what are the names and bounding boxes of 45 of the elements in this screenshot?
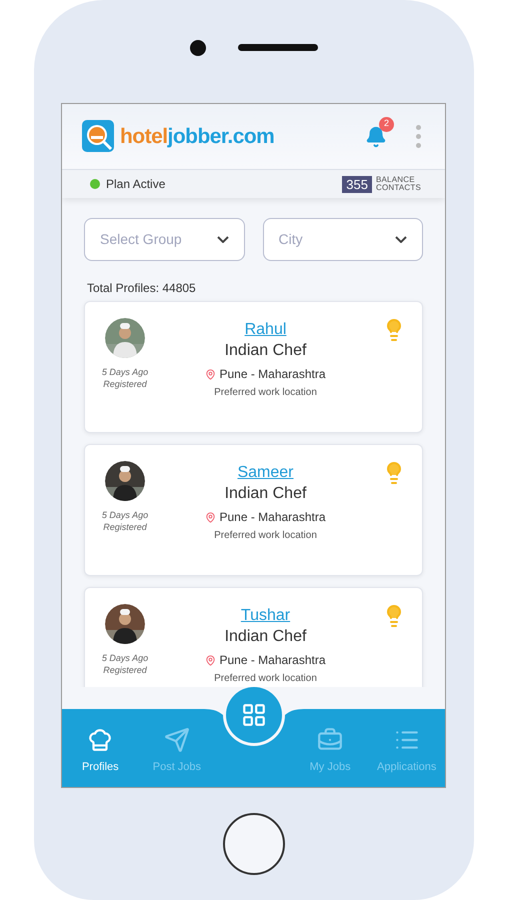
registered-label: Registered bbox=[103, 521, 147, 533]
location-note: Preferred work location bbox=[214, 386, 317, 400]
dropdown-field[interactable]: Select Group bbox=[84, 218, 244, 261]
location-note: Preferred work location bbox=[214, 672, 317, 686]
chef-hat-icon bbox=[87, 726, 114, 753]
job-title: Indian Chef bbox=[224, 341, 306, 361]
bell-icon bbox=[365, 126, 387, 148]
job-title: Indian Chef bbox=[224, 484, 306, 504]
logo-text: hoteljobber.com bbox=[120, 124, 274, 150]
profile-name-link[interactable]: Rahul bbox=[244, 320, 286, 340]
location-pin-icon bbox=[205, 512, 216, 522]
nav-tab[interactable]: My Jobs bbox=[292, 720, 368, 776]
notification-badge: 2 bbox=[379, 116, 394, 132]
briefcase-icon bbox=[317, 726, 344, 753]
registered-time: 5 Days Ago bbox=[102, 366, 148, 378]
chevron-down-icon bbox=[395, 236, 407, 243]
registered-time: 5 Days Ago bbox=[102, 509, 148, 521]
location: Pune - Maharashtra bbox=[219, 509, 326, 526]
profile-name-link[interactable]: Tushar bbox=[240, 606, 290, 626]
registered-label: Registered bbox=[103, 664, 147, 676]
location: Pune - Maharashtra bbox=[219, 652, 326, 669]
plan-status: Plan Active bbox=[106, 176, 166, 193]
profile-name-link[interactable]: Sameer bbox=[237, 463, 294, 483]
speaker-icon bbox=[238, 44, 318, 51]
chevron-down-icon bbox=[216, 236, 228, 243]
contacts-label: CONTACTS bbox=[376, 184, 421, 192]
registered-time: 5 Days Ago bbox=[102, 652, 148, 664]
registered-label: Registered bbox=[103, 378, 147, 390]
nav-tab[interactable]: Applications bbox=[368, 720, 445, 776]
location-pin-icon bbox=[205, 368, 216, 380]
grid-menu-button[interactable] bbox=[226, 687, 282, 743]
balance-count: 355 bbox=[342, 176, 372, 192]
grid-icon bbox=[241, 702, 267, 728]
job-title: Indian Chef bbox=[224, 627, 306, 647]
nav-tab[interactable]: Post Jobs bbox=[138, 720, 216, 776]
camera-icon bbox=[190, 40, 206, 56]
dropdown-field[interactable]: City bbox=[262, 218, 423, 261]
balance-label: BALANCE bbox=[376, 176, 416, 184]
total-profiles: Total Profiles: 44805 bbox=[87, 280, 197, 297]
location: Pune - Maharashtra bbox=[219, 366, 326, 383]
nav-tab[interactable]: Profiles bbox=[62, 720, 139, 776]
logo-icon bbox=[82, 120, 116, 154]
location-pin-icon bbox=[205, 654, 216, 666]
location-note: Preferred work location bbox=[214, 529, 317, 543]
send-icon bbox=[164, 726, 190, 753]
